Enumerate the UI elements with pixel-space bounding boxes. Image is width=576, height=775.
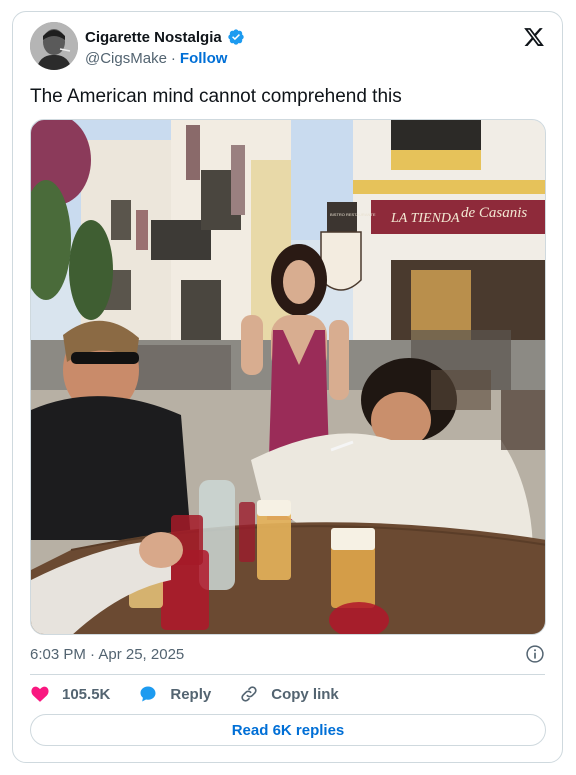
action-bar: 105.5K Reply Copy link [30,684,339,704]
bistro-sign: BISTRO RESTAURANTE [330,212,376,217]
author-handle[interactable]: @CigsMake [85,50,167,67]
heart-icon [31,686,49,702]
author-handle-row: @CigsMake · Follow [85,50,227,67]
tweet-card: Cigarette Nostalgia @CigsMake · Follow T… [12,11,563,763]
tweet-timestamp[interactable]: 6:03 PM · Apr 25, 2025 [30,646,184,663]
reply-label: Reply [170,685,212,703]
link-icon [241,686,257,702]
divider [30,674,545,675]
tweet-text: The American mind cannot comprehend this [30,86,402,107]
script-sign: de Casanis [461,205,527,221]
reply-button[interactable]: Reply [138,684,211,704]
verified-badge-icon [228,29,244,45]
follow-button[interactable]: Follow [180,50,228,67]
storefront-sign: LA TIENDA [390,211,460,226]
reply-bubble-icon [140,686,156,702]
author-display-name[interactable]: Cigarette Nostalgia [85,29,222,46]
copy-link-button[interactable]: Copy link [239,684,339,704]
read-replies-button[interactable]: Read 6K replies [30,714,546,746]
tweet-photo[interactable]: LA TIENDA de Casanis BISTRO RESTAURANTE [30,119,546,635]
like-button[interactable]: 105.5K [30,684,110,704]
handle-separator: · [170,50,176,67]
like-count: 105.5K [62,685,111,703]
x-logo-icon[interactable] [523,26,545,48]
info-icon[interactable] [525,644,545,664]
avatar[interactable] [30,22,78,70]
copy-link-label: Copy link [271,685,339,703]
author-name-row[interactable]: Cigarette Nostalgia [85,28,245,46]
